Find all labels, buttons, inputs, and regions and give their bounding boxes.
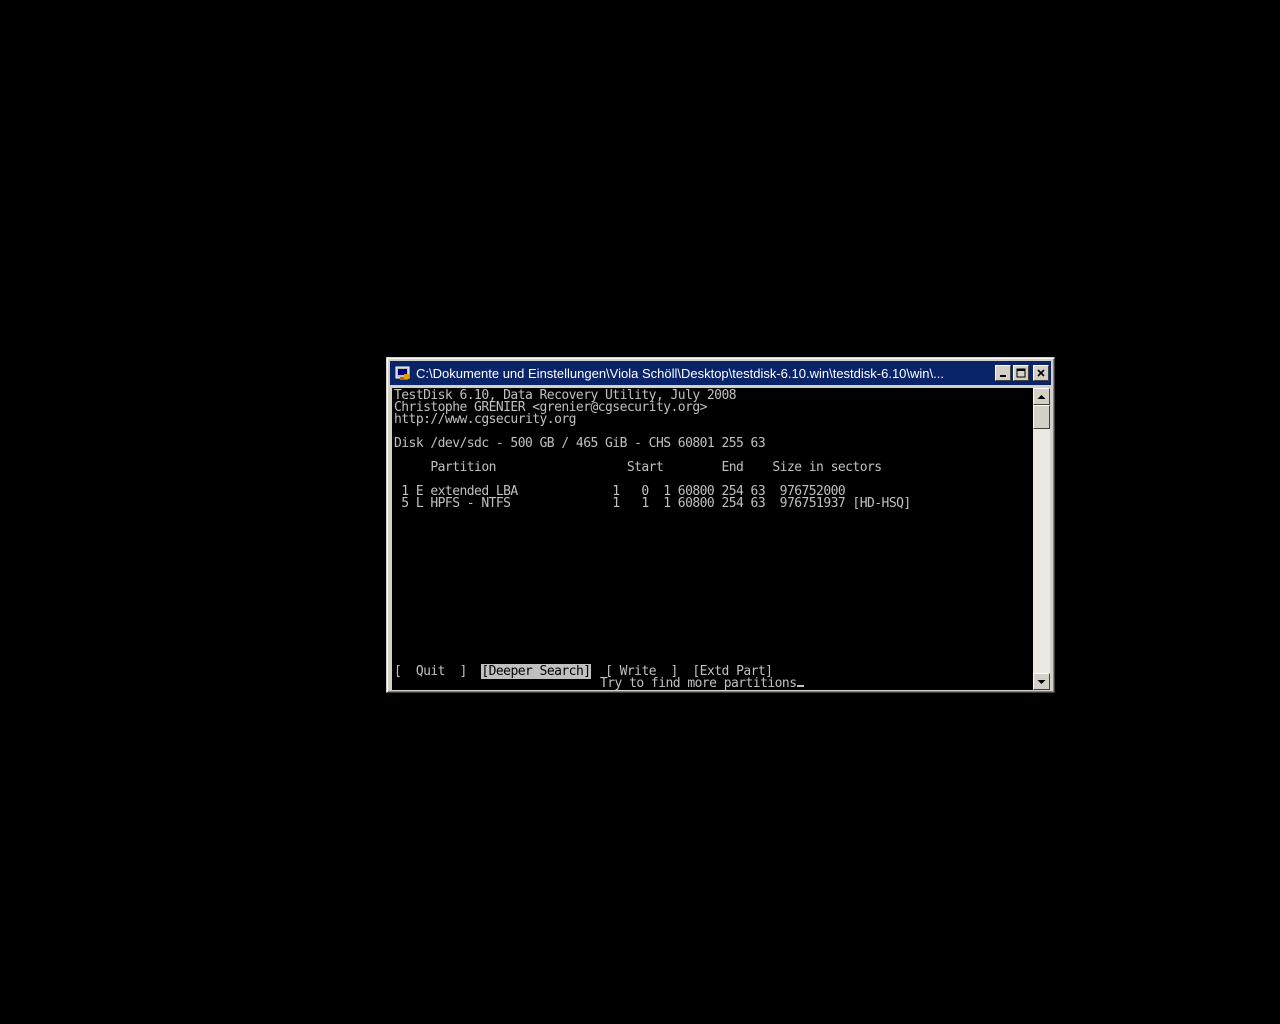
partition-row[interactable]: 5 L HPFS - NTFS 1 1 1 60800 254 63 97675… [394,497,911,510]
arrow-up-icon [1037,394,1046,399]
vertical-scrollbar[interactable] [1033,388,1050,690]
window-controls [995,365,1049,381]
scrollbar-thumb[interactable] [1033,405,1050,429]
text-cursor [797,685,805,687]
console-window[interactable]: C:\Dokumente und Einstellungen\Viola Sch… [386,357,1055,693]
window-title: C:\Dokumente und Einstellungen\Viola Sch… [416,365,944,381]
header-line: http://www.cgsecurity.org [394,412,576,427]
arrow-down-icon [1037,679,1046,684]
scroll-up-button[interactable] [1033,388,1050,405]
minimize-icon [1000,375,1006,377]
deeper-search-menu-item[interactable]: [Deeper Search] [481,664,591,679]
maximize-icon [1016,368,1026,378]
console-app-icon[interactable] [395,365,411,381]
quit-menu-item[interactable]: [ Quit ] [394,664,467,679]
title-bar[interactable]: C:\Dokumente und Einstellungen\Viola Sch… [390,361,1051,385]
disk-info: Disk /dev/sdc - 500 GB / 465 GiB - CHS 6… [394,436,766,451]
partition-table-header: Partition Start End Size in sectors [394,460,882,475]
status-text: Try to find more partitions [600,676,797,690]
status-line: Try to find more partitions [600,676,805,690]
scroll-down-button[interactable] [1033,673,1050,690]
console-output[interactable]: TestDisk 6.10, Data Recovery Utility, Ju… [392,388,1033,690]
minimize-button[interactable] [995,365,1011,381]
maximize-button[interactable] [1013,365,1029,381]
close-icon [1037,369,1045,377]
close-button[interactable] [1033,365,1049,381]
